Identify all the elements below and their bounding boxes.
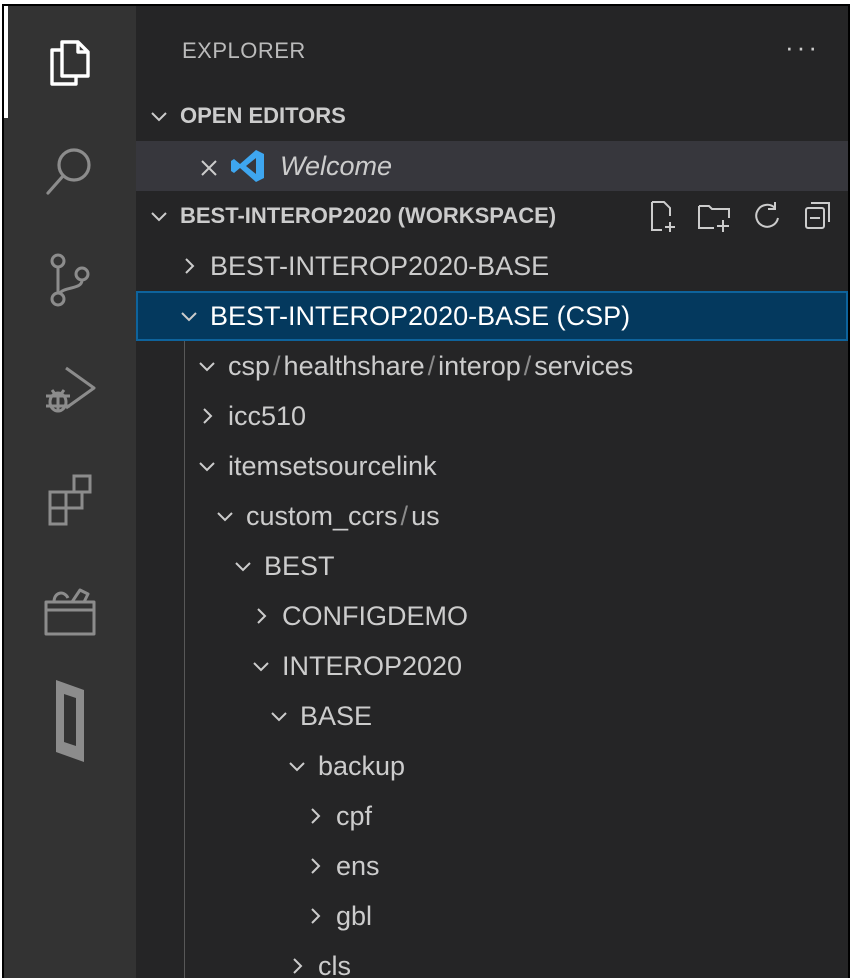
path-segment: custom_ccrs (246, 500, 398, 531)
vscode-window: EXPLORER ··· OPEN EDITORS Welcome BEST-I… (2, 4, 850, 978)
chevron-down-icon (232, 555, 254, 577)
workspace-header[interactable]: BEST-INTEROP2020 (WORKSPACE) (136, 191, 848, 241)
tree-folder-itemsetsourcelink[interactable]: itemsetsourcelink (136, 441, 848, 491)
tree-label: ens (336, 850, 380, 881)
path-segment: interop (438, 350, 521, 381)
chevron-down-icon (268, 705, 290, 727)
tree-label: BEST-INTEROP2020-BASE (CSP) (210, 300, 631, 331)
tree-folder-interop2020[interactable]: INTEROP2020 (136, 641, 848, 691)
open-editor-label: Welcome (280, 150, 393, 181)
path-separator: / (273, 350, 281, 381)
path-separator: / (427, 350, 436, 381)
chevron-right-icon (196, 405, 218, 427)
toolbox-icon[interactable] (40, 580, 100, 640)
tree-label: backup (318, 750, 406, 781)
path-segment: services (534, 350, 634, 381)
tree-folder-base-sub[interactable]: BASE (136, 691, 848, 741)
tree-folder-ens[interactable]: ens (136, 841, 848, 891)
refresh-icon[interactable] (748, 198, 784, 234)
tree-folder-backup[interactable]: backup (136, 741, 848, 791)
path-segment: us (411, 500, 440, 531)
tree-folder-icc510[interactable]: icc510 (136, 391, 848, 441)
explorer-sidebar: EXPLORER ··· OPEN EDITORS Welcome BEST-I… (136, 6, 848, 978)
tree-folder-csp-path[interactable]: csp / healthshare / interop / services (136, 341, 848, 391)
tree-folder-custom-ccrs[interactable]: custom_ccrs / us (136, 491, 848, 541)
chevron-down-icon (148, 105, 170, 127)
chevron-down-icon (286, 755, 308, 777)
tree-label: icc510 (228, 400, 307, 431)
tree-label: itemsetsourcelink (228, 450, 437, 481)
chevron-down-icon (250, 655, 272, 677)
chevron-down-icon (178, 305, 200, 327)
run-debug-icon[interactable] (40, 360, 100, 420)
workspace-actions (644, 198, 836, 234)
chevron-right-icon (304, 905, 326, 927)
active-indicator (4, 6, 8, 118)
search-icon[interactable] (40, 141, 100, 201)
tree-label: BEST-INTEROP2020-BASE (210, 250, 550, 281)
open-editor-item[interactable]: Welcome (136, 141, 848, 191)
source-control-icon[interactable] (40, 250, 100, 310)
chevron-down-icon (148, 205, 170, 227)
tree-label: BASE (300, 700, 373, 731)
path-segment: healthshare (283, 350, 425, 381)
open-editors-header[interactable]: OPEN EDITORS (136, 91, 848, 141)
close-icon[interactable] (198, 155, 220, 177)
tree-folder-configdemo[interactable]: CONFIGDEMO (136, 591, 848, 641)
extensions-icon[interactable] (40, 470, 100, 530)
chevron-down-icon (214, 505, 236, 527)
chevron-right-icon (304, 805, 326, 827)
tree-label: cpf (336, 800, 373, 831)
tree-folder-cpf[interactable]: cpf (136, 791, 848, 841)
open-editors-label: OPEN EDITORS (180, 103, 346, 128)
tree-folder-cls[interactable]: cls (136, 941, 848, 978)
path-separator: / (400, 500, 409, 531)
tree-label: gbl (336, 900, 373, 931)
more-actions-button[interactable]: ··· (785, 32, 820, 63)
chevron-down-icon (196, 355, 218, 377)
tree-label: CONFIGDEMO (282, 600, 468, 631)
tree-folder-best[interactable]: BEST (136, 541, 848, 591)
activity-bar (4, 6, 136, 978)
collapse-all-icon[interactable] (800, 198, 836, 234)
path-separator: / (523, 350, 532, 381)
chevron-right-icon (304, 855, 326, 877)
chevron-right-icon (178, 255, 200, 277)
vscode-logo-icon (230, 148, 266, 184)
tree-folder-csp[interactable]: BEST-INTEROP2020-BASE (CSP) (136, 291, 848, 341)
intersystems-icon[interactable] (40, 676, 100, 766)
tree-label: INTEROP2020 (282, 650, 463, 681)
tree-folder-base[interactable]: BEST-INTEROP2020-BASE (136, 241, 848, 291)
chevron-down-icon (196, 455, 218, 477)
path-segment: csp (228, 350, 271, 381)
chevron-right-icon (286, 955, 308, 977)
sidebar-title: EXPLORER (182, 38, 306, 63)
new-file-icon[interactable] (644, 198, 680, 234)
new-folder-icon[interactable] (696, 198, 732, 234)
tree-folder-gbl[interactable]: gbl (136, 891, 848, 941)
tree-label: BEST (264, 550, 335, 581)
tree-label: cls (318, 950, 351, 978)
explorer-icon[interactable] (40, 32, 100, 92)
workspace-label: BEST-INTEROP2020 (WORKSPACE) (180, 203, 557, 228)
chevron-right-icon (250, 605, 272, 627)
